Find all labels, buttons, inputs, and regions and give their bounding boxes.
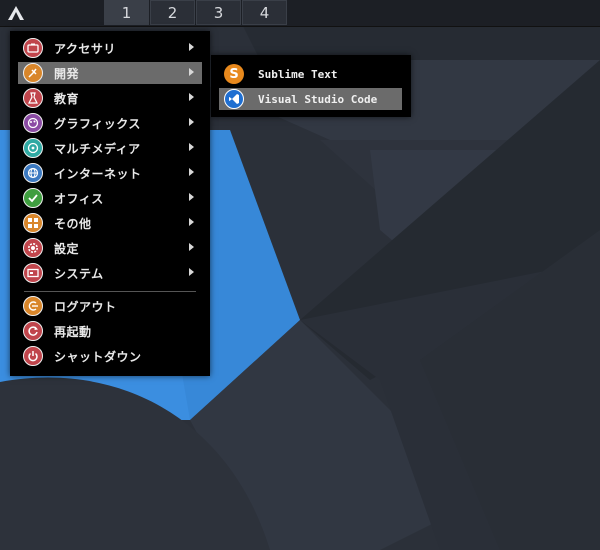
other-icon bbox=[23, 213, 43, 233]
submenu-arrow-icon bbox=[189, 68, 194, 76]
menu-item-reboot[interactable]: 再起動 bbox=[18, 320, 202, 342]
submenu-arrow-icon bbox=[189, 143, 194, 151]
development-icon bbox=[23, 63, 43, 83]
menu-item-label: 教育 bbox=[54, 91, 80, 106]
submenu-item-sublime-text[interactable]: S Sublime Text bbox=[219, 63, 402, 85]
education-icon bbox=[23, 88, 43, 108]
menu-item-logout[interactable]: ログアウト bbox=[18, 295, 202, 317]
menu-item-label: インターネット bbox=[54, 166, 142, 181]
menu-item-settings[interactable]: 設定 bbox=[18, 237, 202, 259]
menu-item-label: 再起動 bbox=[54, 324, 92, 339]
sublime-text-icon: S bbox=[224, 64, 244, 84]
reboot-icon bbox=[23, 321, 43, 341]
menu-item-accessories[interactable]: アクセサリ bbox=[18, 37, 202, 59]
menu-item-education[interactable]: 教育 bbox=[18, 87, 202, 109]
menu-item-label: その他 bbox=[54, 216, 92, 231]
logout-icon bbox=[23, 296, 43, 316]
menu-item-graphics[interactable]: グラフィックス bbox=[18, 112, 202, 134]
menu-item-label: シャットダウン bbox=[54, 349, 142, 364]
office-icon bbox=[23, 188, 43, 208]
menu-item-system[interactable]: システム bbox=[18, 262, 202, 284]
submenu-arrow-icon bbox=[189, 243, 194, 251]
menu-item-multimedia[interactable]: マルチメディア bbox=[18, 137, 202, 159]
menu-item-shutdown[interactable]: シャットダウン bbox=[18, 345, 202, 367]
launcher-logo-icon bbox=[8, 6, 24, 20]
submenu-arrow-icon bbox=[189, 268, 194, 276]
menu-item-development[interactable]: 開発 bbox=[18, 62, 202, 84]
workspace-2-button[interactable]: 2 bbox=[150, 0, 195, 25]
shutdown-icon bbox=[23, 346, 43, 366]
submenu-arrow-icon bbox=[189, 168, 194, 176]
menu-item-label: アクセサリ bbox=[54, 41, 116, 56]
menu-item-label: グラフィックス bbox=[54, 116, 141, 131]
settings-icon bbox=[23, 238, 43, 258]
menu-item-label: ログアウト bbox=[54, 299, 117, 314]
menu-item-other[interactable]: その他 bbox=[18, 212, 202, 234]
top-panel: 1 2 3 4 bbox=[0, 0, 600, 27]
submenu-arrow-icon bbox=[189, 93, 194, 101]
accessories-icon bbox=[23, 38, 43, 58]
system-icon bbox=[23, 263, 43, 283]
development-submenu: S Sublime Text Visual Studio Code bbox=[211, 55, 411, 117]
menu-item-label: 設定 bbox=[54, 241, 80, 256]
submenu-arrow-icon bbox=[189, 118, 194, 126]
menu-item-internet[interactable]: インターネット bbox=[18, 162, 202, 184]
multimedia-icon bbox=[23, 138, 43, 158]
menu-item-label: システム bbox=[54, 266, 104, 281]
workspace-3-button[interactable]: 3 bbox=[196, 0, 241, 25]
sublime-text-glyph: S bbox=[229, 66, 239, 82]
menu-item-label: 開発 bbox=[54, 66, 80, 81]
internet-icon bbox=[23, 163, 43, 183]
submenu-item-label: Sublime Text bbox=[258, 67, 338, 81]
submenu-arrow-icon bbox=[189, 218, 194, 226]
menu-item-office[interactable]: オフィス bbox=[18, 187, 202, 209]
app-launcher-button[interactable] bbox=[5, 3, 27, 23]
menu-item-label: マルチメディア bbox=[54, 141, 141, 156]
menu-item-label: オフィス bbox=[54, 191, 104, 206]
vscode-icon bbox=[224, 89, 244, 109]
application-menu: アクセサリ 開発 教育 グラフィックス マルチメディア インターネット オフィス… bbox=[10, 31, 210, 376]
submenu-arrow-icon bbox=[189, 43, 194, 51]
submenu-arrow-icon bbox=[189, 193, 194, 201]
submenu-item-label: Visual Studio Code bbox=[258, 92, 378, 106]
workspace-1-button[interactable]: 1 bbox=[104, 0, 149, 25]
menu-separator bbox=[24, 291, 196, 292]
graphics-icon bbox=[23, 113, 43, 133]
workspace-4-button[interactable]: 4 bbox=[242, 0, 287, 25]
submenu-item-vscode[interactable]: Visual Studio Code bbox=[219, 88, 402, 110]
